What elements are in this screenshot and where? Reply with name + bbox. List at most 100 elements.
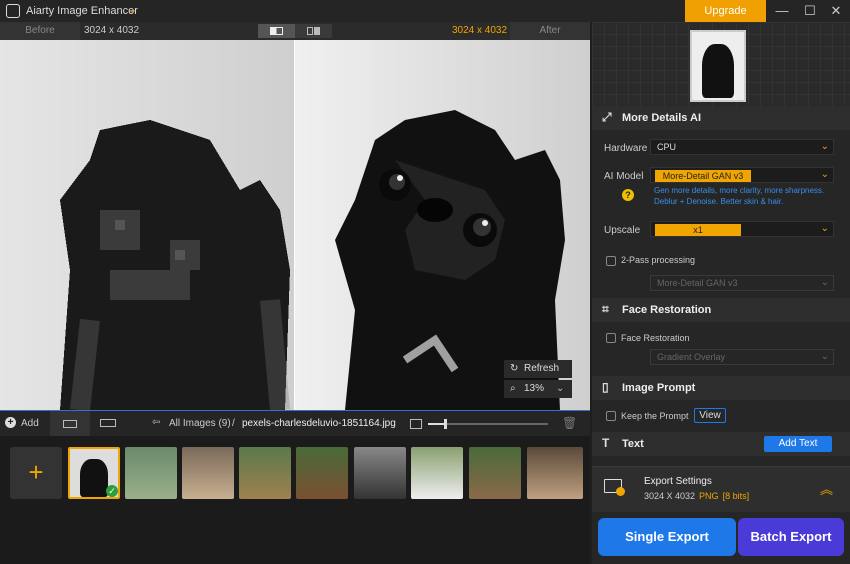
app-title: Aiarty Image Enhancer (26, 5, 138, 17)
preview-area (592, 22, 850, 106)
before-size: 3024 x 4032 (84, 25, 140, 36)
side-by-side-icon[interactable] (295, 24, 332, 38)
thumbnail[interactable] (125, 447, 177, 499)
upscale-select[interactable]: x1 ⌄ (650, 221, 834, 237)
chevron-down-icon[interactable]: ⌄ (128, 3, 137, 16)
export-format: PNG (699, 491, 719, 501)
thumbnail-toolbar: + Add ⇦ All Images (9) / pexels-charlesd… (0, 410, 590, 437)
ai-model-value: More-Detail GAN v3 (655, 170, 751, 182)
face-restoration-title: Face Restoration (622, 304, 712, 316)
refresh-label: Refresh (524, 363, 560, 374)
view-toggle[interactable] (258, 24, 332, 38)
grid-view-button[interactable] (50, 411, 90, 437)
ai-model-description: Gen more details, more clarity, more sha… (654, 186, 825, 206)
zoom-select[interactable]: ⌕ 13% ⌄ (504, 380, 572, 398)
zoom-value: 13% (524, 383, 545, 394)
current-filename: pexels-charlesdeluvio-1851164.jpg (242, 418, 396, 429)
thumb-size-slider[interactable] (428, 419, 548, 429)
export-size: 3024 X 4032 (644, 491, 696, 501)
hardware-select[interactable]: CPU ⌄ (650, 139, 834, 155)
two-pass-model-select[interactable]: More-Detail GAN v3 ⌄ (650, 275, 834, 291)
upscale-value: x1 (655, 224, 741, 236)
text-title: Text (622, 438, 644, 450)
thumbnail[interactable] (469, 447, 521, 499)
all-images-link[interactable]: All Images (9) (169, 418, 231, 429)
batch-export-button[interactable]: Batch Export (738, 518, 844, 556)
two-pass-checkbox[interactable] (606, 256, 616, 266)
thumbnail[interactable]: ✓ (68, 447, 120, 499)
ai-model-label: AI Model (604, 171, 644, 182)
hardware-value: CPU (657, 142, 677, 152)
help-icon[interactable]: ? (622, 189, 634, 201)
text-icon: T (602, 436, 610, 450)
thumbnail[interactable] (296, 447, 348, 499)
face-model-value: Gradient Overlay (657, 352, 726, 362)
chevron-up-icon[interactable]: ︽ (820, 479, 833, 498)
add-image-button[interactable]: + (10, 447, 62, 499)
trash-icon[interactable]: 🗑 (562, 416, 577, 430)
more-details-header: ⤢ More Details AI (592, 106, 850, 130)
add-button[interactable]: Add (21, 418, 39, 429)
two-pass-model-value: More-Detail GAN v3 (657, 278, 738, 288)
before-image (0, 40, 295, 410)
two-pass-label: 2-Pass processing (621, 255, 696, 265)
after-label: After (510, 22, 590, 40)
keep-prompt-checkbox[interactable] (606, 411, 616, 421)
slider-handle[interactable] (444, 419, 447, 429)
face-scan-icon: ⌗ (602, 302, 609, 316)
refresh-icon: ↻ (510, 363, 519, 374)
before-label: Before (0, 22, 80, 40)
export-bits: [8 bits] (722, 491, 750, 501)
app-logo-icon (6, 4, 20, 18)
minimize-icon[interactable]: — (772, 2, 792, 20)
chevron-down-icon: ⌄ (820, 277, 829, 288)
upgrade-button[interactable]: Upgrade available (685, 0, 766, 39)
zoom-icon: ⌕ (510, 383, 516, 394)
upscale-label: Upscale (604, 225, 641, 236)
single-export-button[interactable]: Single Export (598, 518, 736, 556)
settings-panel: ⤢ More Details AI Hardware CPU ⌄ AI Mode… (592, 22, 850, 564)
view-button[interactable]: View (694, 408, 726, 423)
gear-icon (616, 487, 625, 496)
face-restoration-checkbox[interactable] (606, 333, 616, 343)
after-image (295, 40, 590, 410)
export-summary: 3024 X 4032 PNG [8 bits] (644, 491, 749, 501)
close-icon[interactable]: ✕ (826, 2, 846, 20)
filmstrip-icon[interactable] (100, 419, 116, 427)
split-view-icon[interactable] (258, 24, 295, 38)
thumbnail[interactable] (411, 447, 463, 499)
image-prompt-title: Image Prompt (622, 382, 696, 394)
face-restoration-label: Face Restoration (621, 333, 690, 343)
chevron-down-icon: ⌄ (556, 383, 565, 394)
ai-model-select[interactable]: More-Detail GAN v3 ⌄ (650, 167, 834, 183)
thumbnail[interactable] (527, 447, 583, 499)
maximize-icon[interactable]: ☐ (800, 2, 820, 20)
thumbnail[interactable] (239, 447, 291, 499)
check-icon: ✓ (106, 485, 118, 497)
back-arrow-icon[interactable]: ⇦ (152, 417, 160, 428)
enhance-icon: ⤢ (602, 110, 612, 124)
image-prompt-header: ▯ Image Prompt (592, 376, 850, 400)
title-bar: Aiarty Image Enhancer ⌄ Upgrade availabl… (0, 0, 850, 39)
face-restoration-header: ⌗ Face Restoration (592, 298, 850, 322)
after-size: 3024 x 4032 (452, 25, 508, 36)
chevron-down-icon: ⌄ (820, 351, 829, 362)
add-text-button[interactable]: Add Text (764, 436, 832, 452)
thumbnail[interactable] (182, 447, 234, 499)
export-settings[interactable]: Export Settings 3024 X 4032 PNG [8 bits]… (592, 466, 850, 512)
compare-bar: Before 3024 x 4032 3024 x 4032 After (0, 22, 590, 40)
refresh-button[interactable]: ↻ Refresh (504, 360, 572, 378)
thumbnail[interactable] (354, 447, 406, 499)
add-icon[interactable]: + (5, 417, 16, 428)
image-viewer[interactable]: ↻ Refresh ⌕ 13% ⌄ (0, 40, 590, 410)
hardware-label: Hardware (604, 143, 648, 154)
document-icon: ▯ (602, 380, 609, 394)
more-details-title: More Details AI (622, 112, 702, 124)
face-model-select[interactable]: Gradient Overlay ⌄ (650, 349, 834, 365)
chevron-down-icon: ⌄ (820, 169, 829, 180)
chevron-down-icon: ⌄ (820, 223, 829, 234)
breadcrumb-sep: / (232, 418, 235, 429)
export-settings-title: Export Settings (644, 476, 712, 487)
grid-icon (63, 420, 77, 428)
image-size-icon (410, 419, 422, 429)
